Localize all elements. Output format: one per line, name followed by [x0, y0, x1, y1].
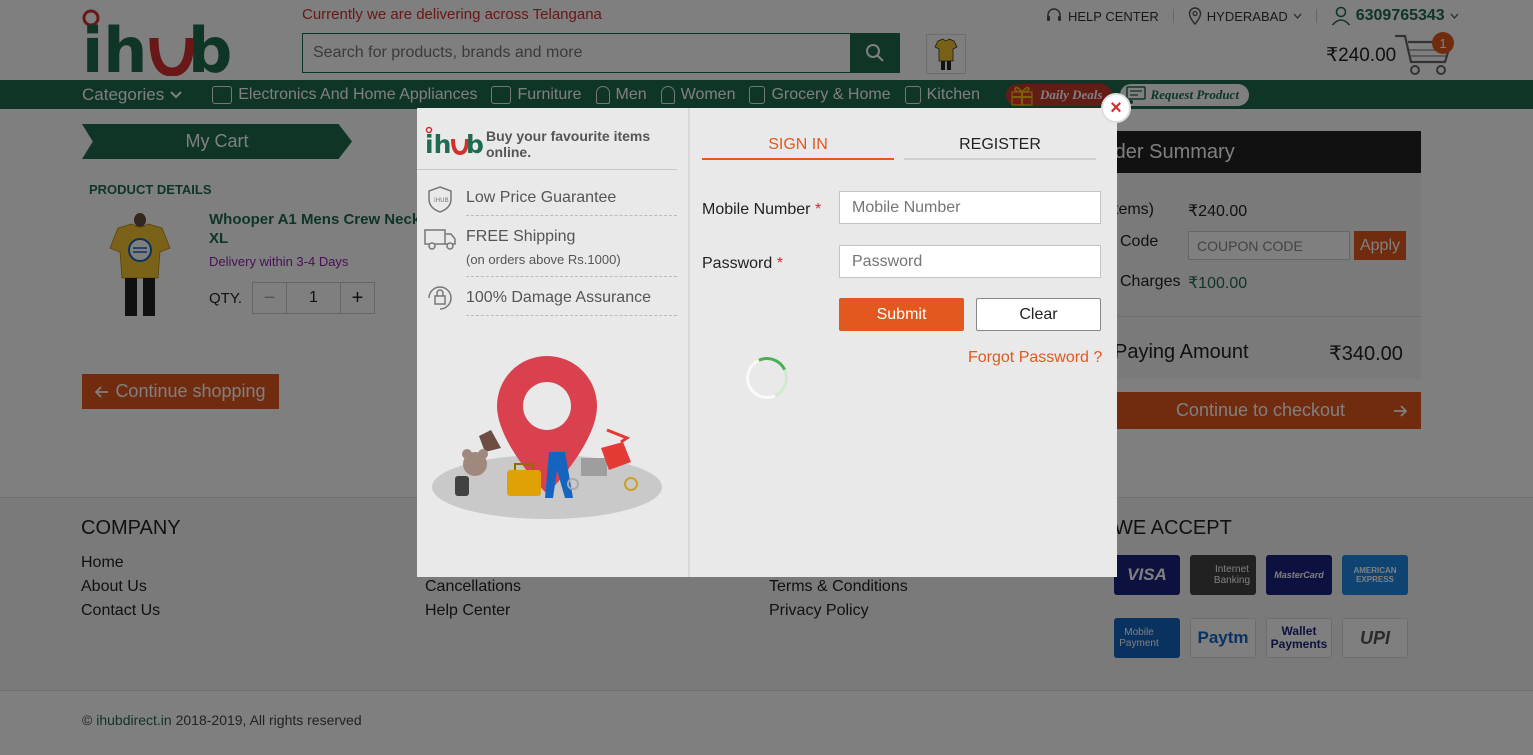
password-input[interactable]	[839, 245, 1101, 278]
tab-register[interactable]: REGISTER	[904, 132, 1096, 160]
close-modal-button[interactable]: ×	[1101, 93, 1131, 123]
login-modal: ih b Buy your favourite items online. iH…	[417, 108, 1117, 577]
mobile-number-label: Mobile Number *	[702, 201, 821, 219]
required-marker: *	[776, 255, 783, 272]
modal-tagline: Buy your favourite items online.	[486, 128, 651, 160]
divider	[466, 276, 677, 277]
delivery-truck-icon	[424, 229, 456, 250]
loading-spinner	[740, 351, 794, 405]
ihub-logo: ih b	[425, 126, 483, 156]
password-label-text: Password	[702, 255, 773, 272]
divider	[466, 315, 677, 316]
modal-promo-panel: ih b Buy your favourite items online. iH…	[417, 108, 690, 577]
feature-title: FREE Shipping	[466, 228, 576, 245]
shield-icon: iHUB	[428, 186, 452, 213]
svg-text:b: b	[466, 130, 483, 156]
mobile-label-text: Mobile Number	[702, 201, 811, 218]
clear-button[interactable]: Clear	[976, 298, 1101, 331]
submit-button[interactable]: Submit	[839, 298, 964, 331]
tab-sign-in[interactable]: SIGN IN	[702, 132, 894, 160]
divider	[466, 215, 677, 216]
lock-refresh-icon	[428, 286, 452, 310]
password-label: Password *	[702, 255, 783, 273]
shopping-illustration	[432, 356, 662, 519]
svg-text:ih: ih	[425, 130, 451, 156]
forgot-password-link[interactable]: Forgot Password ?	[968, 349, 1102, 367]
divider	[417, 169, 677, 170]
feature-title: 100% Damage Assurance	[466, 289, 651, 306]
login-form-panel: SIGN IN REGISTER Mobile Number * Passwor…	[702, 108, 1117, 577]
mobile-number-input[interactable]	[839, 191, 1101, 224]
required-marker: *	[814, 201, 822, 218]
feature-title: Low Price Guarantee	[466, 189, 617, 206]
feature-subtitle: (on orders above Rs.1000)	[466, 252, 621, 267]
svg-text:iHUB: iHUB	[434, 197, 449, 204]
